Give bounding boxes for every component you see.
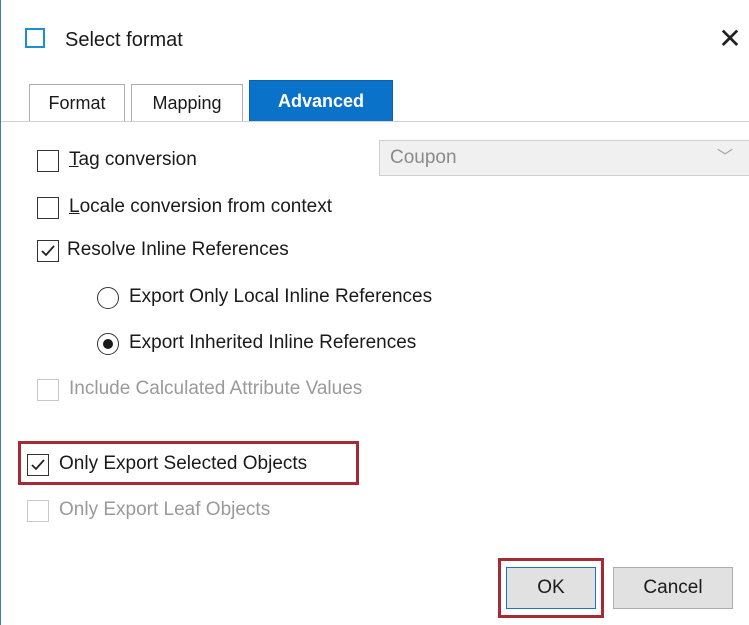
tag-conversion-checkbox[interactable] [37, 150, 59, 172]
tab-advanced[interactable]: Advanced [249, 80, 393, 122]
title-bar: Select format ✕ [1, 0, 749, 78]
ok-button[interactable]: OK [506, 567, 596, 609]
export-local-label: Export Only Local Inline References [129, 286, 433, 307]
tag-conversion-label: Tag conversion [69, 149, 197, 170]
include-calculated-checkbox [37, 379, 59, 401]
export-local-radio[interactable] [97, 287, 119, 309]
tab-strip: Format Mapping Advanced [1, 80, 749, 122]
tab-divider [1, 121, 749, 122]
window-icon [25, 28, 45, 48]
resolve-inline-checkbox[interactable] [37, 240, 59, 262]
export-inherited-radio[interactable] [97, 333, 119, 355]
tag-conversion-combobox[interactable]: Coupon ﹀ [379, 140, 749, 176]
select-format-dialog: Select format ✕ Format Mapping Advanced … [0, 0, 749, 625]
close-icon[interactable]: ✕ [713, 22, 747, 56]
only-selected-checkbox[interactable] [27, 454, 49, 476]
locale-conversion-checkbox[interactable] [37, 197, 59, 219]
tab-mapping[interactable]: Mapping [131, 84, 243, 122]
dialog-title: Select format [65, 29, 183, 51]
checkmark-icon [41, 245, 55, 257]
chevron-down-icon: ﹀ [716, 149, 733, 166]
only-leaf-label: Only Export Leaf Objects [59, 499, 271, 520]
combobox-value: Coupon [390, 147, 457, 168]
checkmark-icon [31, 459, 45, 471]
only-leaf-checkbox [27, 500, 49, 522]
locale-conversion-label: Locale conversion from context [69, 196, 332, 217]
export-inherited-label: Export Inherited Inline References [129, 332, 417, 353]
include-calculated-label: Include Calculated Attribute Values [69, 378, 363, 399]
radio-selected-dot [102, 338, 113, 349]
only-selected-label: Only Export Selected Objects [59, 453, 308, 474]
tab-format[interactable]: Format [29, 84, 125, 122]
resolve-inline-label: Resolve Inline References [67, 239, 289, 260]
cancel-button[interactable]: Cancel [613, 567, 733, 609]
